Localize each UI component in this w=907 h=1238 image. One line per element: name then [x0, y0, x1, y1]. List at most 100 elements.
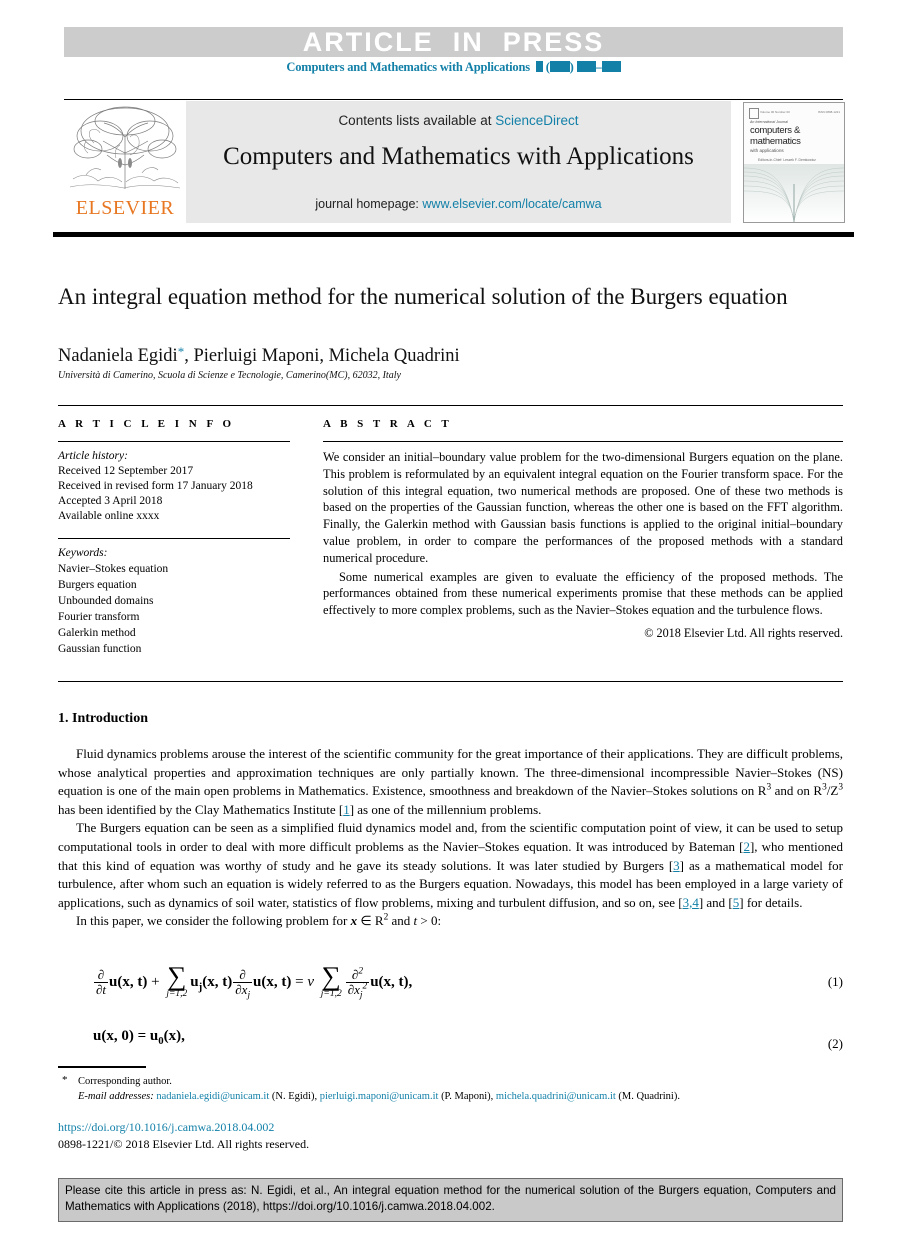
article-in-press-banner: ARTICLE IN PRESS: [64, 27, 843, 57]
eq1-partial-t-fraction: ∂ ∂t: [94, 967, 109, 998]
eq1-partial-xj-fraction: ∂ ∂xj: [233, 967, 253, 1001]
abstract-paragraph-1: We consider an initial–boundary value pr…: [323, 450, 843, 565]
p1-part-d: ] as one of the millennium problems.: [349, 801, 542, 817]
journal-title: Computers and Mathematics with Applicati…: [223, 143, 694, 170]
elsevier-tree-icon: [69, 106, 181, 189]
email-addresses-label: E-mail addresses:: [78, 1091, 154, 1102]
masthead-bottom-rule: [53, 232, 854, 237]
keyword-item: Navier–Stokes equation: [58, 563, 169, 575]
page-title: An integral equation method for the nume…: [58, 284, 788, 309]
journal-homepage-prefix: journal homepage:: [315, 197, 423, 211]
cover-topbar: Volume 00 Number 00 ISSN 0898-1221: [760, 109, 840, 114]
abstract-paragraph-2: Some numerical examples are given to eva…: [323, 569, 843, 618]
author-others: , Pierluigi Maponi, Michela Quadrini: [184, 346, 460, 366]
abstract-column: A B S T R A C T We consider an initial–b…: [323, 418, 843, 641]
p2-part-a: The Burgers equation can be seen as a si…: [58, 820, 843, 854]
p1-part-a: Fluid dynamics problems arouse the inter…: [58, 746, 843, 799]
equation-1-number: (1): [827, 974, 843, 989]
history-available-online: Available online xxxx: [58, 510, 160, 522]
keyword-item: Galerkin method: [58, 627, 136, 639]
affiliation: Università di Camerino, Scuola di Scienz…: [58, 370, 401, 381]
contents-lists-prefix: Contents lists available at: [338, 113, 496, 128]
p3-part-b: and: [388, 913, 414, 929]
volume-redaction-1: () –: [533, 60, 621, 74]
article-info-divider: [58, 441, 290, 442]
keywords-label: Keywords:: [58, 547, 108, 559]
article-in-press-label: ARTICLE IN PRESS: [302, 27, 605, 57]
p3-in: ∈: [357, 913, 375, 929]
abstract-divider: [323, 441, 843, 442]
p3-blackboard-r2: R2: [374, 913, 389, 929]
email-link-egidi[interactable]: nadaniela.egidi@unicam.it: [156, 1091, 269, 1102]
footnote-star-marker: *: [62, 1074, 68, 1086]
info-section-bottom-rule: [58, 681, 843, 682]
p1-part-c: has been identified by the Clay Mathemat…: [58, 801, 344, 817]
email-link-maponi[interactable]: pierluigi.maponi@unicam.it: [320, 1091, 439, 1102]
p3-part-a: In this paper, we consider the following…: [76, 913, 351, 929]
cover-artwork-icon: [744, 164, 844, 222]
history-accepted: Accepted 3 April 2018: [58, 495, 163, 507]
eq2-lhs: u(x, 0) = u: [93, 1028, 159, 1044]
article-history-label: Article history:: [58, 450, 128, 462]
abstract-heading: A B S T R A C T: [323, 418, 453, 430]
eq1-u-term-1: u(x, t): [109, 973, 148, 990]
equation-2-number: (2): [827, 1036, 843, 1051]
running-head-journal: Computers and Mathematics with Applicati…: [286, 60, 530, 74]
eq1-u-term-3: u(x, t),: [370, 973, 413, 990]
footnote-rule: [58, 1066, 146, 1068]
masthead-top-rule: [64, 99, 843, 100]
issn-copyright-line: 0898-1221/© 2018 Elsevier Ltd. All right…: [58, 1137, 310, 1151]
p1-blackboard-r3z3: R3/Z3: [813, 782, 843, 799]
journal-cover-thumbnail: Volume 00 Number 00 ISSN 0898-1221 An Int…: [743, 102, 845, 223]
eq1-second-partial-fraction: ∂2 ∂xj2: [345, 966, 370, 1001]
email-person-maponi: (P. Maponi): [441, 1091, 491, 1102]
journal-homepage-line: journal homepage: www.elsevier.com/locat…: [186, 197, 731, 211]
equation-1-body: ∂ ∂t u(x, t) + ∑ j=1,2 uj(x, t) ∂ ∂xj u(…: [93, 961, 413, 1001]
cover-title-line2: mathematics: [750, 136, 801, 147]
citation-ref-3-4[interactable]: 3,4: [683, 895, 699, 910]
p1-blackboard-r2: R3: [757, 782, 772, 799]
paragraph-2: The Burgers equation can be seen as a si…: [58, 819, 843, 912]
paragraph-3: In this paper, we consider the following…: [58, 912, 843, 931]
introduction-body: Fluid dynamics problems arouse the inter…: [58, 745, 843, 931]
email-person-egidi: (N. Egidi): [271, 1091, 315, 1102]
cover-subtitle: An International Journal: [750, 120, 788, 124]
doi-link[interactable]: https://doi.org/10.1016/j.camwa.2018.04.…: [58, 1120, 274, 1135]
eq1-equals: =: [295, 973, 304, 990]
keywords-divider: [58, 538, 290, 539]
eq1-plus: +: [151, 973, 160, 990]
eq1-summation-2: ∑ j=1,2: [320, 961, 342, 1000]
p1-part-b: and on: [771, 783, 814, 799]
article-info-column: A R T I C L E I N F O Article history: R…: [58, 418, 290, 657]
p2-part-d: ] and [: [698, 894, 733, 910]
cover-title-line3: with applications: [750, 148, 784, 153]
keyword-item: Unbounded domains: [58, 595, 154, 607]
eq1-u-term-2: u(x, t): [253, 973, 292, 990]
eq2-rhs: (x),: [163, 1028, 185, 1044]
contents-lists-line: Contents lists available at ScienceDirec…: [186, 113, 731, 128]
p2-part-e: ] for details.: [739, 894, 803, 910]
eq1-summation-1: ∑ j=1,2: [166, 961, 188, 1000]
keyword-item: Burgers equation: [58, 579, 137, 591]
article-info-heading: A R T I C L E I N F O: [58, 418, 235, 430]
eq1-nu: ν: [307, 973, 315, 990]
cite-this-article-box: Please cite this article in press as: N.…: [58, 1178, 843, 1222]
journal-masthead: ELSEVIER Contents lists available at Sci…: [64, 101, 845, 223]
paragraph-1: Fluid dynamics problems arouse the inter…: [58, 745, 843, 819]
history-received: Received 12 September 2017: [58, 465, 194, 477]
article-page: ARTICLE IN PRESS Computers and Mathemati…: [0, 0, 907, 1238]
email-addresses-note: E-mail addresses: nadaniela.egidi@unicam…: [78, 1091, 680, 1102]
info-section-top-rule: [58, 405, 843, 406]
author-corresponding: Nadaniela Egidi: [58, 346, 178, 366]
journal-homepage-link[interactable]: www.elsevier.com/locate/camwa: [422, 197, 601, 211]
masthead-center: Contents lists available at ScienceDirec…: [186, 101, 731, 223]
email-person-quadrini: (M. Quadrini): [618, 1091, 678, 1102]
keyword-item: Gaussian function: [58, 643, 142, 655]
abstract-copyright: © 2018 Elsevier Ltd. All rights reserved…: [644, 625, 843, 640]
email-link-quadrini[interactable]: michela.quadrini@unicam.it: [496, 1091, 616, 1102]
author-list: Nadaniela Egidi*, Pierluigi Maponi, Mich…: [58, 344, 798, 367]
elsevier-logo: ELSEVIER: [64, 101, 186, 223]
sciencedirect-link[interactable]: ScienceDirect: [495, 113, 578, 128]
cover-editors: Editors-in-Chief: Leszek F. Demkowicz: [758, 158, 816, 162]
history-revised: Received in revised form 17 January 2018: [58, 480, 253, 492]
